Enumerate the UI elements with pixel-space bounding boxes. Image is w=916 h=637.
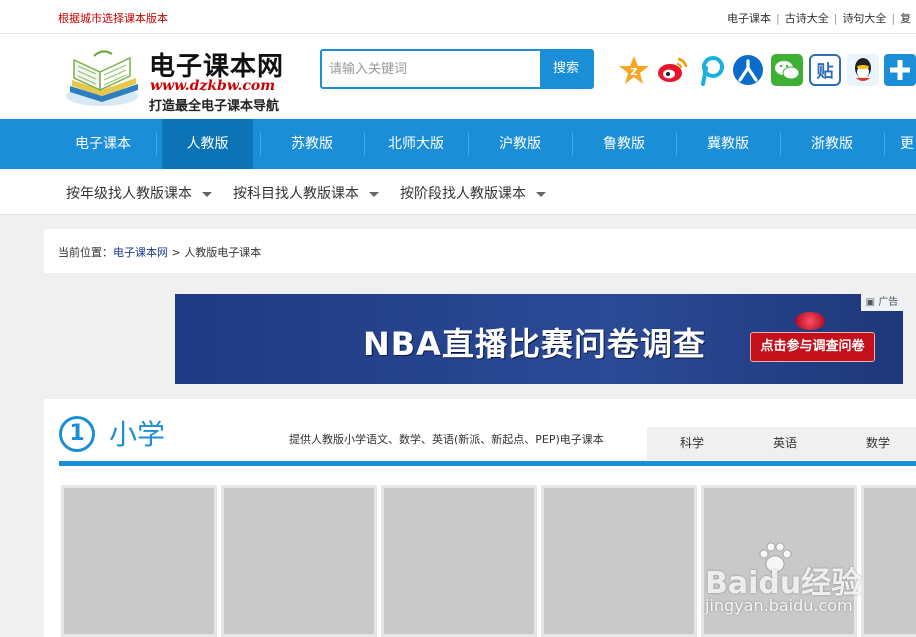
nav-item-pep[interactable]: 人教版 (162, 119, 253, 169)
breadcrumb-home-link[interactable]: 电子课本网 (113, 246, 168, 259)
search-input[interactable] (322, 51, 542, 87)
chevron-down-icon (369, 191, 379, 197)
tab-math[interactable]: 数学 (833, 427, 916, 460)
section-number-badge: 1 (59, 416, 95, 452)
breadcrumb-separator: > (171, 246, 181, 259)
nav-divider (156, 133, 157, 155)
search-button[interactable]: 搜索 (540, 51, 592, 87)
divider: | (891, 12, 896, 25)
tab-english[interactable]: 英语 (740, 427, 830, 460)
book-logo-icon (66, 50, 138, 106)
section-description: 提供人教版小学语文、数学、英语(新派、新起点、PEP)电子课本 (289, 433, 604, 446)
breadcrumb-current: 人教版电子课本 (184, 246, 262, 259)
nav-item-jijiao[interactable]: 冀教版 (676, 119, 780, 169)
svg-text:Z: Z (630, 67, 637, 78)
ad-cta-button[interactable]: 点击参与调查问卷 (750, 332, 875, 362)
pengyou-icon[interactable] (696, 54, 728, 86)
ad-headline: NBA直播比赛问卷调查 (363, 325, 706, 363)
subnav-by-grade[interactable]: 按年级找人教版课本 (66, 183, 212, 203)
ad-gift-icon (795, 312, 825, 330)
section-underline (59, 461, 916, 466)
nav-item-textbooks[interactable]: 电子课本 (51, 119, 155, 169)
share-plus-icon[interactable] (884, 54, 916, 86)
breadcrumb-prefix: 当前位置： (58, 246, 113, 259)
renren-icon[interactable] (732, 54, 764, 86)
search-box: 搜索 (320, 49, 594, 89)
main-nav: 电子课本 人教版 苏教版 北师大版 沪教版 鲁教版 冀教版 浙教版 更 (0, 119, 916, 169)
weibo-icon[interactable] (656, 54, 688, 86)
nav-item-lujiao[interactable]: 鲁教版 (572, 119, 676, 169)
nav-item-more[interactable]: 更 (900, 119, 916, 169)
breadcrumb: 当前位置：电子课本网 > 人教版电子课本 (58, 244, 261, 260)
nav-item-bnu[interactable]: 北师大版 (364, 119, 468, 169)
subnav-label: 按年级找人教版课本 (66, 186, 192, 202)
nav-divider (884, 133, 885, 155)
top-link-textbooks[interactable]: 电子课本 (727, 12, 771, 25)
book-cover[interactable] (541, 485, 697, 637)
ad-label-text: 广告 (878, 297, 899, 308)
primary-school-section: 1 小学 提供人教版小学语文、数学、英语(新派、新起点、PEP)电子课本 科学 … (44, 399, 916, 637)
book-cover[interactable] (381, 485, 537, 637)
top-link-poems[interactable]: 古诗大全 (785, 12, 829, 25)
logo-url: www.dzkbw.com (150, 78, 276, 94)
nav-item-zhejiao[interactable]: 浙教版 (780, 119, 884, 169)
city-version-notice[interactable]: 根据城市选择课本版本 (58, 10, 168, 26)
book-cover[interactable] (861, 485, 916, 637)
top-link-verses[interactable]: 诗句大全 (842, 12, 886, 25)
divider: | (833, 12, 838, 25)
ad-banner[interactable]: NBA直播比赛问卷调查 点击参与调查问卷 (175, 294, 903, 384)
nav-item-sujiao[interactable]: 苏教版 (260, 119, 364, 169)
top-bar: 根据城市选择课本版本 电子课本 | 古诗大全 | 诗句大全 | 复 (0, 0, 916, 34)
nav-item-hujiao[interactable]: 沪教版 (468, 119, 572, 169)
section-title: 小学 (109, 418, 166, 451)
qzone-icon[interactable]: Z (618, 54, 650, 86)
top-link-more[interactable]: 复 (900, 12, 911, 25)
book-cover[interactable] (61, 485, 217, 637)
subnav-label: 按科目找人教版课本 (233, 186, 359, 202)
subject-tabs: 科学 英语 数学 (647, 427, 916, 460)
chevron-down-icon (202, 191, 212, 197)
book-cover[interactable] (221, 485, 377, 637)
svg-text:贴: 贴 (817, 61, 834, 82)
ad-info-icon: ▣ (865, 297, 876, 308)
tab-science[interactable]: 科学 (647, 427, 737, 460)
top-links: 电子课本 | 古诗大全 | 诗句大全 | 复 (727, 10, 911, 26)
book-cover[interactable] (701, 485, 857, 637)
tieba-icon[interactable]: 贴 (809, 54, 841, 86)
logo-slogan: 打造最全电子课本导航 (149, 99, 280, 114)
qq-icon[interactable] (847, 54, 879, 86)
subnav-by-subject[interactable]: 按科目找人教版课本 (233, 183, 379, 203)
ad-label[interactable]: ▣ 广告 (861, 294, 903, 311)
wechat-icon[interactable] (771, 54, 803, 86)
breadcrumb-bar: 当前位置：电子课本网 > 人教版电子课本 (44, 229, 916, 273)
site-logo[interactable]: 电子课本网 www.dzkbw.com 打造最全电子课本导航 (64, 44, 304, 114)
chevron-down-icon (536, 191, 546, 197)
subnav-by-stage[interactable]: 按阶段找人教版课本 (400, 183, 546, 203)
divider: | (776, 12, 780, 25)
site-header: 电子课本网 www.dzkbw.com 打造最全电子课本导航 搜索 Z 贴 (0, 34, 916, 119)
sub-nav: 按年级找人教版课本 按科目找人教版课本 按阶段找人教版课本 (0, 169, 916, 215)
subnav-label: 按阶段找人教版课本 (400, 186, 526, 202)
